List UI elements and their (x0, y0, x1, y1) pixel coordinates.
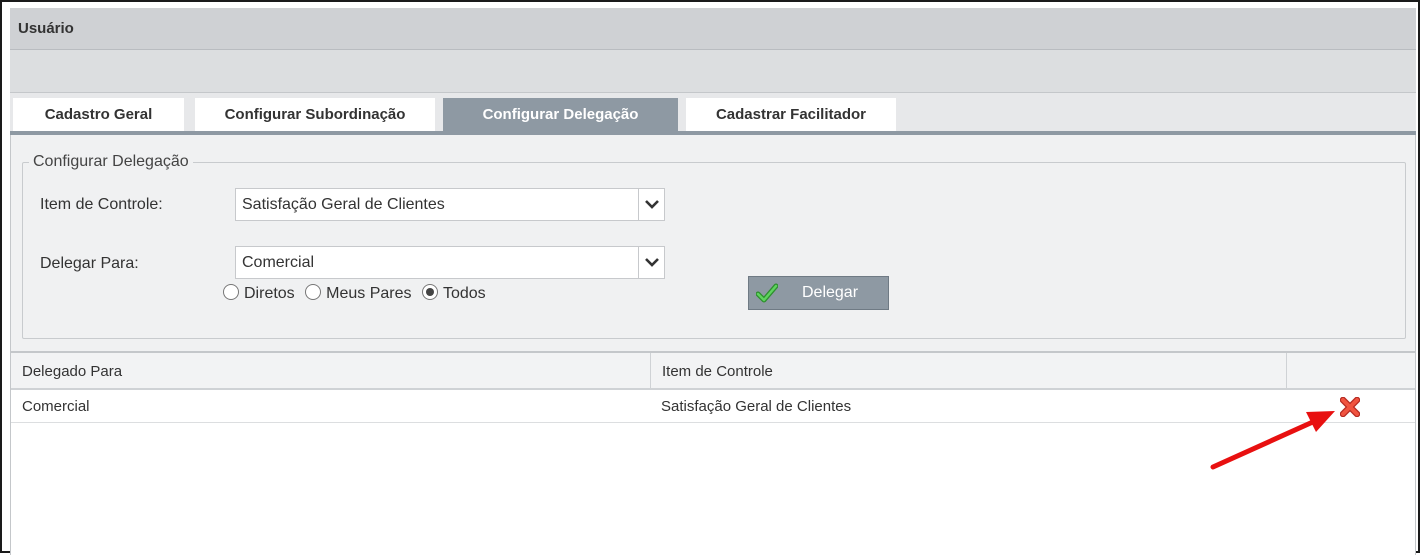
delegar-para-select[interactable]: Comercial (235, 246, 665, 279)
radio-option-diretos[interactable]: Diretos (223, 283, 295, 305)
table-row[interactable]: Comercial Satisfação Geral de Clientes (11, 390, 1415, 423)
radio-todos[interactable] (421, 284, 438, 301)
fieldset-legend: Configurar Delegação (33, 153, 189, 170)
chevron-down-icon (645, 258, 659, 267)
filter-radio-group: Diretos Meus Pares Todos (223, 283, 492, 305)
delegation-fieldset: Configurar Delegação (22, 153, 1406, 339)
tab-bar: Cadastro Geral Configurar Subordinação C… (10, 93, 1416, 135)
cell-item-de-controle: Satisfação Geral de Clientes (661, 398, 852, 415)
item-de-controle-value: Satisfação Geral de Clientes (242, 196, 445, 213)
tab-content: Configurar Delegação Item de Controle: S… (10, 135, 1416, 351)
delegar-button-label: Delegar (802, 284, 859, 301)
delegar-para-dropdown-button[interactable] (638, 246, 665, 279)
radio-diretos[interactable] (223, 284, 239, 301)
item-de-controle-dropdown-button[interactable] (638, 188, 665, 221)
column-header-delegado-para[interactable]: Delegado Para (11, 353, 650, 388)
tab-cadastro-geral[interactable]: Cadastro Geral (13, 98, 184, 131)
window-frame: Usuário Cadastro Geral Configurar Subord… (0, 0, 1420, 555)
item-de-controle-select[interactable]: Satisfação Geral de Clientes (235, 188, 665, 221)
delegar-button[interactable]: Delegar (748, 276, 889, 310)
delegation-grid: Delegado Para Item de Controle Comercial… (10, 351, 1416, 555)
cell-delegado-para: Comercial (22, 398, 90, 415)
column-header-actions (1286, 353, 1416, 388)
radio-option-todos[interactable]: Todos (421, 283, 486, 305)
column-header-item-de-controle[interactable]: Item de Controle (650, 353, 1286, 388)
tab-configurar-delegacao[interactable]: Configurar Delegação (443, 98, 678, 131)
radio-meus-pares[interactable] (305, 284, 322, 301)
toolbar-strip (10, 50, 1416, 93)
radio-diretos-label: Diretos (244, 285, 295, 302)
grid-header: Delegado Para Item de Controle (11, 353, 1415, 390)
red-arrow-annotation (1210, 411, 1335, 470)
checkmark-icon (756, 283, 778, 303)
radio-option-meus-pares[interactable]: Meus Pares (305, 283, 412, 305)
radio-meus-pares-label: Meus Pares (326, 285, 412, 302)
radio-todos-label: Todos (442, 285, 486, 302)
delegar-para-label: Delegar Para: (40, 255, 139, 272)
item-de-controle-label: Item de Controle: (40, 196, 163, 213)
tab-cadastrar-facilitador[interactable]: Cadastrar Facilitador (686, 98, 896, 131)
tab-configurar-subordinacao[interactable]: Configurar Subordinação (195, 98, 435, 131)
chevron-down-icon (645, 200, 659, 209)
delegar-para-value: Comercial (242, 254, 315, 271)
panel-title: Usuário (10, 8, 1416, 50)
